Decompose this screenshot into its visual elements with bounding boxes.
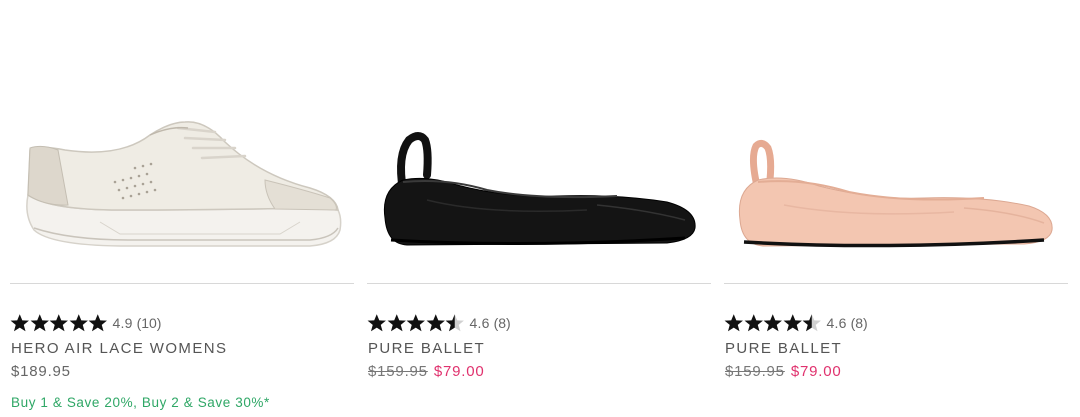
promo-text[interactable]: Buy 1 & Save 20%, Buy 2 & Save 30%* bbox=[11, 395, 270, 410]
star-rating bbox=[724, 313, 822, 333]
price: $159.95 $79.00 bbox=[368, 363, 485, 380]
review-count: (10) bbox=[136, 315, 162, 331]
price: $159.95 $79.00 bbox=[725, 363, 842, 380]
product-card: 4.9 (10) HERO AIR LACE WOMENS $189.95 Bu… bbox=[10, 0, 354, 417]
star-full-icon bbox=[30, 314, 49, 332]
star-full-icon bbox=[69, 314, 88, 332]
divider bbox=[724, 283, 1068, 284]
star-full-icon bbox=[783, 314, 802, 332]
rating-value: 4.9 bbox=[112, 315, 133, 331]
product-image-link[interactable] bbox=[10, 40, 354, 270]
divider bbox=[10, 283, 354, 284]
star-half-icon bbox=[445, 314, 464, 332]
star-full-icon bbox=[49, 314, 68, 332]
product-name-link[interactable]: PURE BALLET bbox=[368, 340, 485, 357]
star-full-icon bbox=[406, 314, 425, 332]
product-image-link[interactable] bbox=[367, 40, 711, 270]
price-sale: $79.00 bbox=[433, 363, 485, 380]
white-sneaker-image bbox=[26, 121, 342, 247]
rating[interactable]: 4.6 (8) bbox=[367, 312, 511, 334]
rating[interactable]: 4.6 (8) bbox=[724, 312, 868, 334]
star-full-icon bbox=[744, 314, 763, 332]
star-full-icon bbox=[387, 314, 406, 332]
star-full-icon bbox=[88, 314, 107, 332]
star-full-icon bbox=[10, 314, 29, 332]
product-name-link[interactable]: PURE BALLET bbox=[725, 340, 842, 357]
price-was: $159.95 bbox=[368, 363, 428, 380]
divider bbox=[367, 283, 711, 284]
review-count: (8) bbox=[850, 315, 868, 331]
rating[interactable]: 4.9 (10) bbox=[10, 312, 161, 334]
product-name-link[interactable]: HERO AIR LACE WOMENS bbox=[11, 340, 227, 357]
star-rating bbox=[367, 313, 465, 333]
product-image-link[interactable] bbox=[724, 40, 1068, 270]
price-regular: $189.95 bbox=[11, 363, 71, 380]
review-count: (8) bbox=[493, 315, 511, 331]
star-rating bbox=[10, 313, 108, 333]
star-full-icon bbox=[426, 314, 445, 332]
product-card: 4.6 (8) PURE BALLET $159.95 $79.00 bbox=[724, 0, 1068, 417]
rating-value: 4.6 bbox=[826, 315, 847, 331]
star-full-icon bbox=[367, 314, 386, 332]
star-full-icon bbox=[724, 314, 743, 332]
rating-value: 4.6 bbox=[469, 315, 490, 331]
price-was: $159.95 bbox=[725, 363, 785, 380]
price: $189.95 bbox=[11, 363, 71, 380]
star-half-icon bbox=[802, 314, 821, 332]
blush-ballet-flat-image bbox=[738, 139, 1053, 248]
black-ballet-flat-image bbox=[383, 132, 696, 246]
star-full-icon bbox=[763, 314, 782, 332]
price-sale: $79.00 bbox=[790, 363, 842, 380]
product-card: 4.6 (8) PURE BALLET $159.95 $79.00 bbox=[367, 0, 711, 417]
